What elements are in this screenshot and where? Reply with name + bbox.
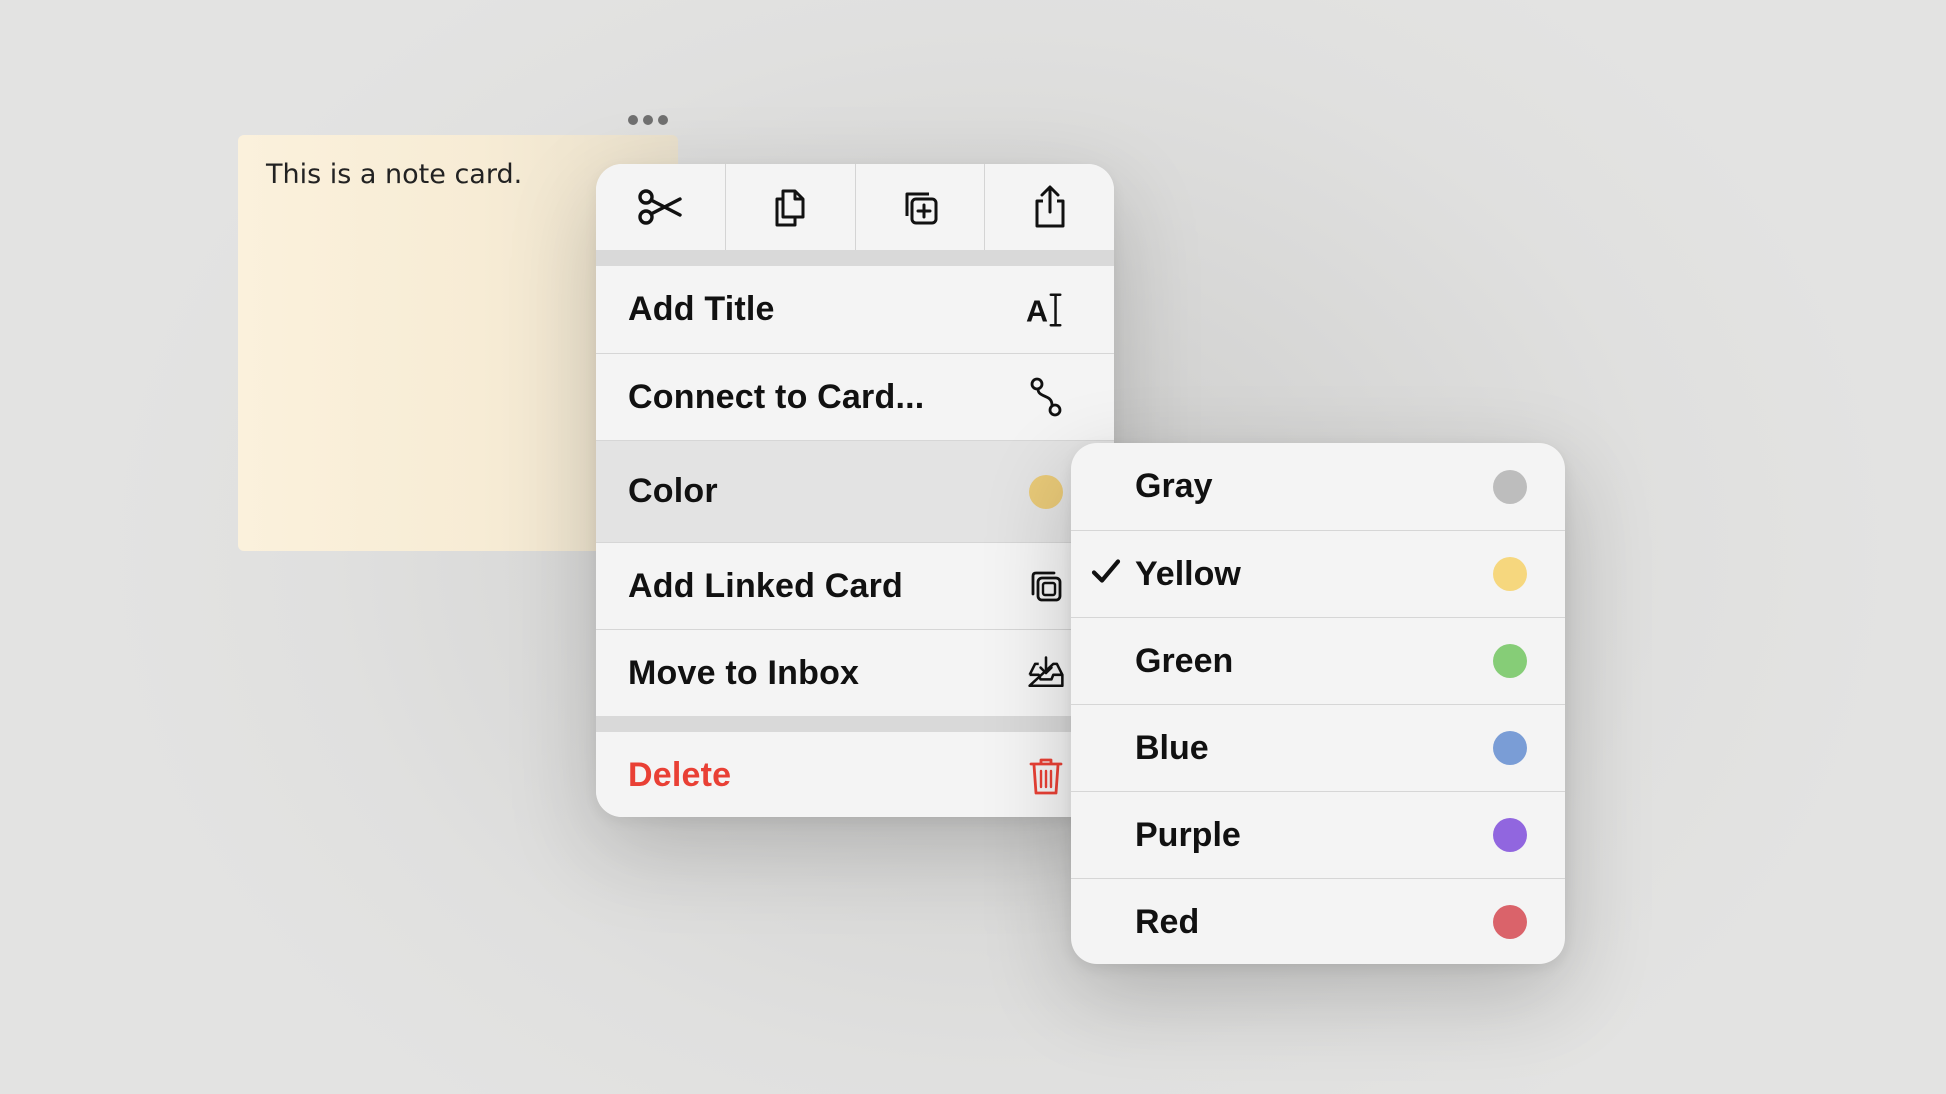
duplicate-button[interactable]	[856, 164, 986, 250]
trash-icon	[1026, 756, 1066, 796]
copy-icon	[775, 189, 805, 227]
inbox-icon	[1026, 653, 1066, 693]
color-option-label: Green	[1135, 641, 1234, 680]
color-item[interactable]: Color	[596, 440, 1114, 542]
move-to-inbox-item[interactable]: Move to Inbox	[596, 629, 1114, 716]
scissors-icon	[638, 189, 683, 225]
color-option-label: Purple	[1135, 815, 1241, 854]
color-swatch	[1493, 731, 1527, 765]
menu-separator	[596, 250, 1114, 266]
svg-text:A: A	[1026, 294, 1048, 328]
color-option-label: Yellow	[1135, 554, 1241, 593]
color-swatch	[1493, 557, 1527, 591]
color-label: Color	[628, 472, 718, 510]
add-title-label: Add Title	[628, 290, 775, 328]
move-to-inbox-label: Move to Inbox	[628, 653, 860, 692]
connect-to-card-item[interactable]: Connect to Card...	[596, 353, 1114, 440]
linked-card-icon	[1026, 566, 1066, 606]
delete-label: Delete	[628, 756, 732, 794]
add-title-item[interactable]: Add Title A	[596, 266, 1114, 353]
color-swatch	[1493, 644, 1527, 678]
color-swatch-icon	[1026, 472, 1066, 512]
current-color-dot	[1029, 474, 1063, 509]
color-option-blue[interactable]: Blue	[1071, 704, 1565, 791]
share-icon	[1035, 185, 1065, 228]
color-option-yellow[interactable]: Yellow	[1071, 530, 1565, 617]
dot	[643, 115, 653, 125]
delete-item[interactable]: Delete	[596, 732, 1114, 817]
more-options-icon[interactable]	[628, 110, 668, 130]
dot	[628, 115, 638, 125]
color-option-label: Red	[1135, 902, 1200, 941]
copy-button[interactable]	[726, 164, 856, 250]
color-option-red[interactable]: Red	[1071, 878, 1565, 964]
color-swatch	[1493, 469, 1527, 504]
color-option-label: Gray	[1135, 467, 1213, 505]
color-swatch	[1493, 818, 1527, 852]
color-option-green[interactable]: Green	[1071, 617, 1565, 704]
note-text: This is a note card.	[266, 159, 523, 190]
color-option-label: Blue	[1135, 728, 1209, 767]
dot	[658, 115, 668, 125]
context-menu: Add Title A Connect to Card... Color Add…	[596, 164, 1114, 817]
text-cursor-icon: A	[1026, 290, 1066, 330]
connect-to-card-label: Connect to Card...	[628, 377, 925, 416]
duplicate-icon	[905, 192, 938, 225]
color-swatch	[1493, 905, 1527, 939]
cut-button[interactable]	[596, 164, 726, 250]
color-option-purple[interactable]: Purple	[1071, 791, 1565, 878]
connect-icon	[1026, 377, 1066, 417]
checkmark-icon	[1091, 556, 1121, 593]
menu-toolbar	[596, 164, 1114, 250]
menu-separator	[596, 716, 1114, 732]
add-linked-card-label: Add Linked Card	[628, 566, 904, 605]
color-option-gray[interactable]: Gray	[1071, 443, 1565, 530]
color-submenu: Gray Yellow Green Blue Purple Red	[1071, 443, 1565, 964]
add-linked-card-item[interactable]: Add Linked Card	[596, 542, 1114, 629]
share-button[interactable]	[985, 164, 1114, 250]
